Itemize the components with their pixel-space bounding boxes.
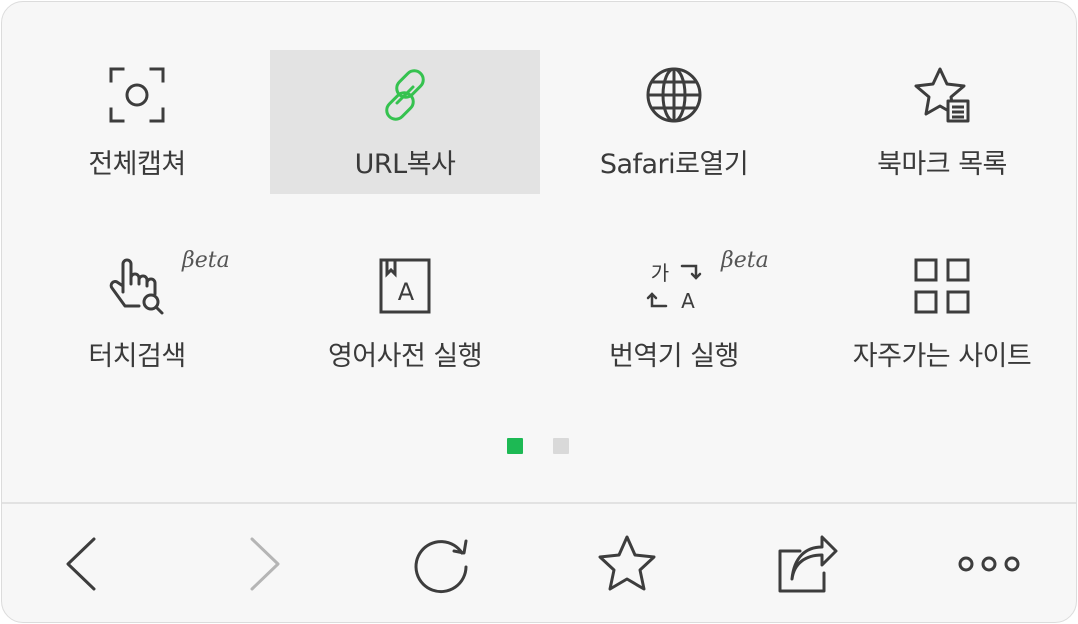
menu-item-open-safari[interactable]: Safari로열기 bbox=[539, 50, 809, 240]
menu-item-label: 터치검색 bbox=[88, 341, 186, 372]
star-icon bbox=[598, 535, 656, 591]
capture-icon bbox=[107, 65, 167, 125]
translate-icon-en: A bbox=[681, 289, 695, 313]
beta-badge: βeta bbox=[182, 248, 230, 273]
touch-search-icon bbox=[107, 256, 167, 316]
beta-badge: βeta bbox=[721, 248, 769, 273]
menu-item-label: Safari로열기 bbox=[599, 149, 749, 180]
dictionary-icon-letter: A bbox=[398, 278, 415, 306]
translate-icon-ko: 가 bbox=[651, 261, 669, 285]
forward-button[interactable] bbox=[230, 529, 300, 599]
menu-item-label: URL복사 bbox=[354, 149, 456, 180]
link-icon bbox=[375, 65, 435, 125]
menu-item-bookmark-list[interactable]: 북마크 목록 bbox=[807, 50, 1076, 240]
page-dot-active[interactable] bbox=[507, 438, 523, 454]
menu-item-label: 자주가는 사이트 bbox=[852, 341, 1032, 372]
menu-item-label: 영어사전 실행 bbox=[327, 341, 483, 372]
reload-icon bbox=[414, 539, 468, 594]
translate-icon: 가 A bbox=[644, 256, 704, 316]
bottom-toolbar bbox=[2, 504, 1076, 622]
reload-button[interactable] bbox=[408, 529, 478, 599]
share-button[interactable] bbox=[772, 529, 842, 599]
back-button[interactable] bbox=[46, 529, 116, 599]
dictionary-icon: A bbox=[375, 256, 435, 316]
back-icon bbox=[66, 537, 96, 591]
grid-icon bbox=[912, 256, 972, 316]
menu-item-frequent-sites[interactable]: 자주가는 사이트 bbox=[807, 242, 1076, 432]
favorite-button[interactable] bbox=[592, 529, 662, 599]
menu-item-label: 전체캡쳐 bbox=[88, 149, 186, 180]
menu-grid: 전체캡쳐 URL복사 Safari로열기 북마크 목록 βeta 터치검색 A … bbox=[2, 2, 1076, 432]
menu-item-full-capture[interactable]: 전체캡쳐 bbox=[2, 50, 272, 240]
bookmark-list-icon bbox=[912, 65, 972, 125]
menu-item-english-dictionary[interactable]: A 영어사전 실행 bbox=[270, 242, 540, 432]
more-icon bbox=[958, 556, 1020, 572]
menu-panel: 전체캡쳐 URL복사 Safari로열기 북마크 목록 βeta 터치검색 A … bbox=[1, 1, 1077, 623]
globe-icon bbox=[644, 65, 704, 125]
more-button[interactable] bbox=[954, 529, 1024, 599]
menu-item-label: 번역기 실행 bbox=[609, 341, 739, 372]
share-icon bbox=[778, 535, 838, 593]
menu-item-copy-url[interactable]: URL복사 bbox=[270, 50, 540, 240]
page-indicator bbox=[2, 438, 1076, 458]
menu-item-translator[interactable]: 가 A βeta 번역기 실행 bbox=[539, 242, 809, 432]
menu-item-label: 북마크 목록 bbox=[877, 149, 1007, 180]
forward-icon bbox=[250, 537, 280, 591]
page-dot-inactive[interactable] bbox=[553, 438, 569, 454]
menu-item-touch-search[interactable]: βeta 터치검색 bbox=[2, 242, 272, 432]
